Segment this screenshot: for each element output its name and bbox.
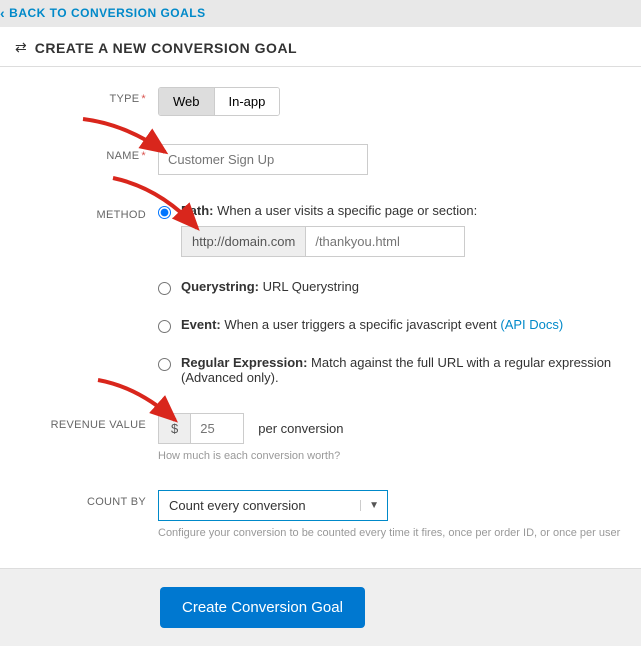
method-querystring-label: Querystring: URL Querystring [181,279,621,294]
label-name: NAME* [20,144,158,162]
currency-prefix: $ [158,413,190,444]
type-toggle: Web In-app [158,87,280,116]
revenue-input[interactable] [190,413,244,444]
method-querystring-radio[interactable] [158,282,171,295]
api-docs-link[interactable]: (API Docs) [500,317,563,332]
revenue-hint: How much is each conversion worth? [158,450,621,462]
label-method: METHOD [20,203,158,221]
count-by-select[interactable]: Count every conversion ▼ [158,490,388,521]
back-link[interactable]: Back to Conversion Goals [0,5,206,21]
revenue-suffix: per conversion [258,421,343,436]
path-input[interactable] [305,226,465,257]
method-event-label: Event: When a user triggers a specific j… [181,317,621,332]
count-by-value: Count every conversion [169,498,306,513]
transfer-icon: ⇄ [15,39,27,56]
method-regex-label: Regular Expression: Match against the fu… [181,355,621,385]
create-goal-button[interactable]: Create Conversion Goal [160,587,365,628]
type-web-button[interactable]: Web [159,88,214,115]
url-prefix: http://domain.com [181,226,305,257]
label-revenue: REVENUE VALUE [20,413,158,431]
page-title: Create a New Conversion Goal [35,40,297,56]
label-type: TYPE* [20,87,158,105]
method-path-label: Path: When a user visits a specific page… [181,203,621,218]
label-countby: COUNT BY [20,490,158,508]
chevron-down-icon: ▼ [360,500,379,511]
method-regex-radio[interactable] [158,358,171,371]
method-path-radio[interactable] [158,206,171,219]
type-inapp-button[interactable]: In-app [214,88,280,115]
count-by-hint: Configure your conversion to be counted … [158,527,621,539]
method-event-radio[interactable] [158,320,171,333]
name-input[interactable] [158,144,368,175]
